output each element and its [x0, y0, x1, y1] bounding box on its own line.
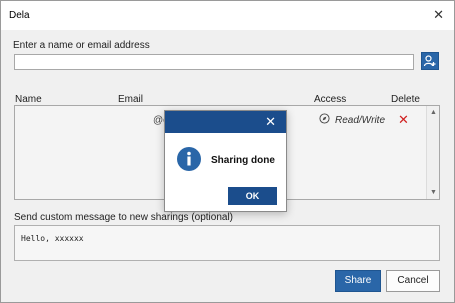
- dialog-message: Sharing done: [211, 155, 275, 166]
- sharing-done-dialog: ✕ Sharing done OK: [164, 110, 287, 212]
- title-bar: Dela ✕: [1, 1, 454, 30]
- dialog-header: ✕: [165, 111, 286, 133]
- window-close-button[interactable]: ✕: [433, 7, 444, 23]
- dialog-ok-button[interactable]: OK: [228, 187, 277, 205]
- window-title: Dela: [9, 10, 30, 21]
- info-icon: [177, 147, 201, 171]
- dialog-close-button[interactable]: ✕: [265, 114, 276, 130]
